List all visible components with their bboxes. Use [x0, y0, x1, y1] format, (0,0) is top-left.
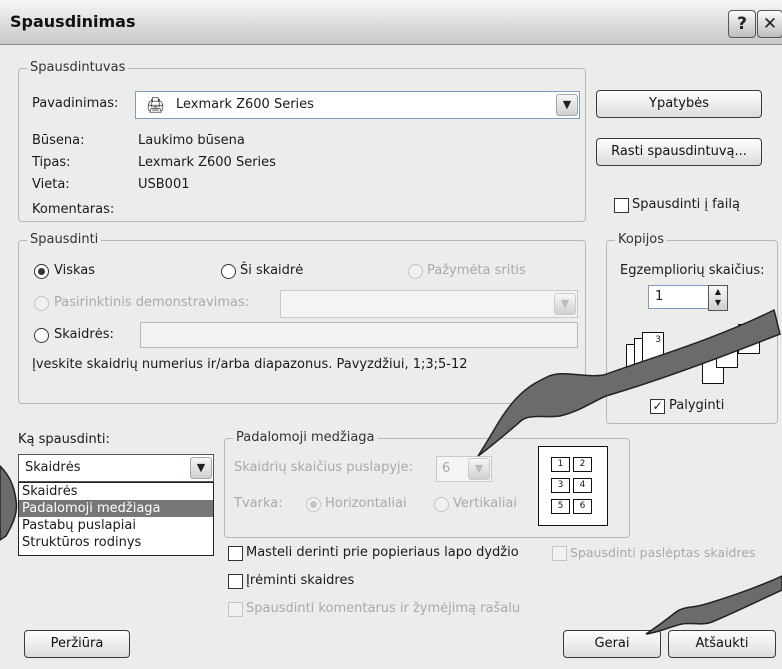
type-value: Lexmark Z600 Series: [138, 155, 276, 170]
preview-cell: 6: [573, 499, 592, 514]
copies-count-label: Egzempliorių skaičius:: [620, 263, 765, 278]
print-what-selected: Skaidrės: [25, 460, 81, 475]
title-bar: Spausdinimas ? ✕: [0, 0, 782, 45]
frame-slides-checkbox[interactable]: [228, 574, 243, 589]
list-item[interactable]: Pastabų puslapiai: [19, 517, 213, 534]
properties-button[interactable]: Ypatybės: [596, 90, 762, 118]
print-what-label: Ką spausdinti:: [18, 432, 110, 447]
horizontal-label: Horizontaliai: [325, 496, 407, 511]
current-slide-radio[interactable]: [221, 264, 236, 279]
type-label: Tipas:: [32, 155, 71, 170]
print-comments-label: Spausdinti komentarus ir žymėjimą rašalu: [246, 601, 521, 616]
print-hidden-checkbox[interactable]: [552, 546, 567, 561]
list-item[interactable]: Struktūros rodinys: [19, 534, 213, 551]
current-slide-label: Ši skaidrė: [240, 263, 304, 278]
preview-cell: 5: [551, 499, 570, 514]
find-printer-button[interactable]: Rasti spausdintuvą...: [596, 138, 762, 166]
close-button[interactable]: ✕: [757, 10, 782, 38]
vertical-radio[interactable]: [434, 497, 449, 512]
print-comments-checkbox[interactable]: [228, 602, 243, 617]
all-radio[interactable]: [34, 264, 49, 279]
selection-radio[interactable]: [408, 264, 423, 279]
custom-show-label: Pasirinktinis demonstravimas:: [54, 295, 250, 310]
pointing-hand-annotation: [477, 308, 781, 457]
printer-name-select[interactable]: 🖨 Lexmark Z600 Series ▼: [135, 91, 580, 119]
where-value: USB001: [138, 177, 190, 192]
list-item[interactable]: Padalomoji medžiaga: [19, 500, 213, 517]
frame-slides-label: Įrėminti skaidres: [246, 573, 355, 588]
handouts-legend: Padalomoji medžiaga: [233, 430, 378, 445]
scale-to-fit-label: Masteli derinti prie popieriaus lapo dyd…: [246, 545, 519, 560]
per-page-label: Skaidrių skaičius puslapyje:: [234, 460, 414, 475]
pointing-hand-annotation-ok: [645, 575, 782, 635]
horizontal-radio[interactable]: [306, 497, 321, 512]
order-label: Tvarka:: [234, 496, 283, 511]
status-value: Laukimo būsena: [138, 133, 245, 148]
copies-legend: Kopijos: [615, 232, 668, 247]
window-title: Spausdinimas: [10, 12, 136, 31]
printer-legend: Spausdintuvas: [27, 60, 129, 75]
slides-hint: Įveskite skaidrių numerius ir/arba diapa…: [32, 357, 468, 372]
pointing-hand-annotation-left: [0, 464, 18, 541]
selection-label: Pažymėta sritis: [427, 263, 526, 278]
hand-icon: [477, 308, 781, 457]
all-label: Viskas: [54, 263, 96, 278]
scale-to-fit-checkbox[interactable]: [228, 546, 243, 561]
preview-cell: 3: [551, 478, 570, 493]
per-page-value: 6: [442, 461, 451, 476]
comment-label: Komentaras:: [32, 202, 115, 217]
print-to-file-checkbox[interactable]: [614, 198, 629, 213]
where-label: Vieta:: [32, 177, 70, 192]
status-label: Būsena:: [32, 133, 85, 148]
chevron-down-icon[interactable]: ▼: [190, 457, 212, 479]
print-what-list[interactable]: Skaidrės Padalomoji medžiaga Pastabų pus…: [18, 482, 214, 556]
slides-radio[interactable]: [34, 328, 49, 343]
print-range-legend: Spausdinti: [27, 232, 102, 247]
print-what-select[interactable]: Skaidrės ▼: [18, 454, 214, 482]
custom-show-radio[interactable]: [34, 296, 49, 311]
printer-name-label: Pavadinimas:: [32, 96, 119, 111]
chevron-down-icon[interactable]: ▼: [556, 94, 578, 116]
slides-label: Skaidrės:: [54, 327, 114, 342]
printer-name-value: Lexmark Z600 Series: [176, 97, 314, 112]
print-dialog: Spausdinimas ? ✕ Spausdintuvas Pavadinim…: [0, 0, 782, 669]
print-to-file-label: Spausdinti į failą: [632, 197, 740, 212]
printer-icon: 🖨: [146, 96, 166, 114]
vertical-label: Vertikaliai: [453, 496, 518, 511]
list-item[interactable]: Skaidrės: [19, 483, 213, 500]
preview-button[interactable]: Peržiūra: [24, 630, 130, 658]
chevron-down-icon[interactable]: ▼: [468, 458, 490, 480]
print-hidden-label: Spausdinti paslėptas skaidres: [570, 545, 756, 560]
help-button[interactable]: ?: [728, 10, 756, 38]
hand-icon: [645, 575, 782, 635]
hand-icon: [0, 464, 18, 541]
preview-cell: 4: [573, 478, 592, 493]
